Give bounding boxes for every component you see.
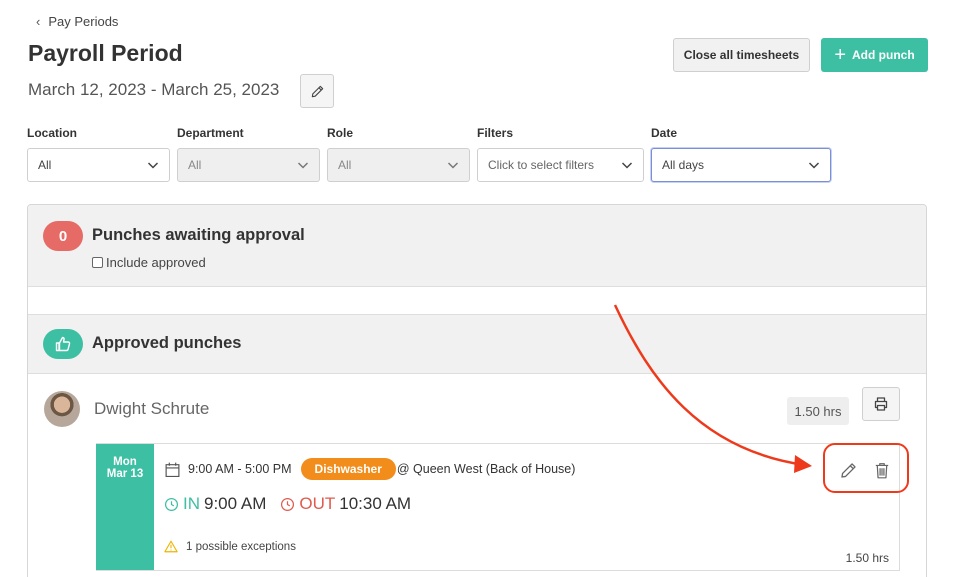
out-label: OUT (299, 494, 336, 513)
filters-select[interactable]: Click to select filters (477, 148, 644, 182)
clock-icon (164, 497, 179, 511)
print-button[interactable] (862, 387, 900, 421)
out-time: 10:30 AM (339, 494, 412, 513)
add-punch-button[interactable]: + Add punch (821, 38, 928, 72)
filter-department-label: Department (177, 126, 244, 140)
punches-panel: 0 Punches awaiting approval Include appr… (27, 204, 927, 577)
add-punch-label: Add punch (852, 48, 915, 62)
plus-icon: + (834, 44, 847, 66)
punch-date: Mar 13 (106, 468, 144, 480)
chevron-down-icon (447, 162, 459, 169)
chevron-down-icon (621, 162, 633, 169)
annotation-highlight-box (823, 443, 909, 493)
page-title: Payroll Period (28, 40, 183, 66)
filter-date: Date All days (651, 126, 831, 182)
punch-hours: 1.50 hrs (845, 551, 889, 565)
date-select-value: All days (662, 158, 705, 172)
chevron-down-icon (808, 162, 820, 169)
avatar (44, 391, 80, 427)
exceptions-notice[interactable]: 1 possible exceptions (164, 540, 296, 553)
date-select[interactable]: All days (651, 148, 831, 182)
chevron-left-icon: ‹ (36, 14, 41, 29)
approved-punches-section: Approved punches (28, 314, 926, 374)
filter-location-label: Location (27, 126, 77, 140)
role-select-value: All (338, 158, 352, 172)
approved-punches-title: Approved punches (92, 334, 242, 352)
employee-total-hours: 1.50 hrs (787, 397, 849, 425)
pencil-icon (311, 85, 323, 97)
filter-location: Location All (27, 126, 170, 182)
clock-icon (281, 497, 295, 511)
awaiting-count-badge: 0 (43, 221, 83, 251)
thumbs-up-icon (55, 336, 71, 352)
punch-card: Mon Mar 13 9:00 AM - 5:00 PM Dishwasher … (96, 443, 900, 571)
in-time: 9:00 AM (204, 494, 267, 513)
department-select-value: All (188, 158, 202, 172)
department-select[interactable]: All (177, 148, 320, 182)
exceptions-text: 1 possible exceptions (186, 540, 296, 553)
period-date-range: March 12, 2023 - March 25, 2023 (28, 80, 280, 99)
punch-weekday: Mon (113, 456, 137, 468)
include-approved-toggle[interactable]: Include approved (92, 255, 206, 270)
calendar-icon (165, 462, 180, 477)
chevron-down-icon (297, 162, 309, 169)
filter-date-label: Date (651, 126, 678, 140)
in-label: IN (183, 494, 200, 513)
awaiting-approval-title: Punches awaiting approval (92, 226, 305, 244)
shift-time: 9:00 AM - 5:00 PM (188, 462, 292, 476)
chevron-down-icon (147, 162, 159, 169)
shift-info: 9:00 AM - 5:00 PM Dishwasher @ Queen Wes… (164, 458, 575, 480)
warning-icon (164, 540, 178, 553)
clock-in-out: IN 9:00 AM OUT 10:30 AM (164, 494, 411, 514)
employee-row: Dwight Schrute 1.50 hrs (28, 375, 926, 441)
back-link-pay-periods[interactable]: ‹ Pay Periods (36, 14, 118, 29)
filter-role: Role All (327, 126, 470, 182)
close-all-timesheets-button[interactable]: Close all timesheets (673, 38, 810, 72)
role-badge: Dishwasher (300, 458, 396, 480)
thumbs-up-badge (43, 329, 83, 359)
printer-icon (874, 397, 888, 411)
filter-filters-label: Filters (477, 126, 514, 140)
filter-department: Department All (177, 126, 320, 182)
include-approved-checkbox[interactable] (92, 257, 103, 268)
location-select[interactable]: All (27, 148, 170, 182)
employee-name: Dwight Schrute (94, 399, 210, 418)
location-select-value: All (38, 158, 52, 172)
awaiting-approval-section: 0 Punches awaiting approval Include appr… (28, 205, 926, 287)
filter-role-label: Role (327, 126, 354, 140)
include-approved-label: Include approved (106, 255, 206, 270)
role-select[interactable]: All (327, 148, 470, 182)
shift-location: @ Queen West (Back of House) (396, 462, 576, 476)
edit-period-button[interactable] (300, 74, 334, 108)
filter-filters: Filters Click to select filters (477, 126, 644, 182)
punch-day-strip: Mon Mar 13 (96, 444, 154, 570)
filters-select-value: Click to select filters (488, 158, 595, 172)
back-link-label: Pay Periods (48, 14, 119, 29)
